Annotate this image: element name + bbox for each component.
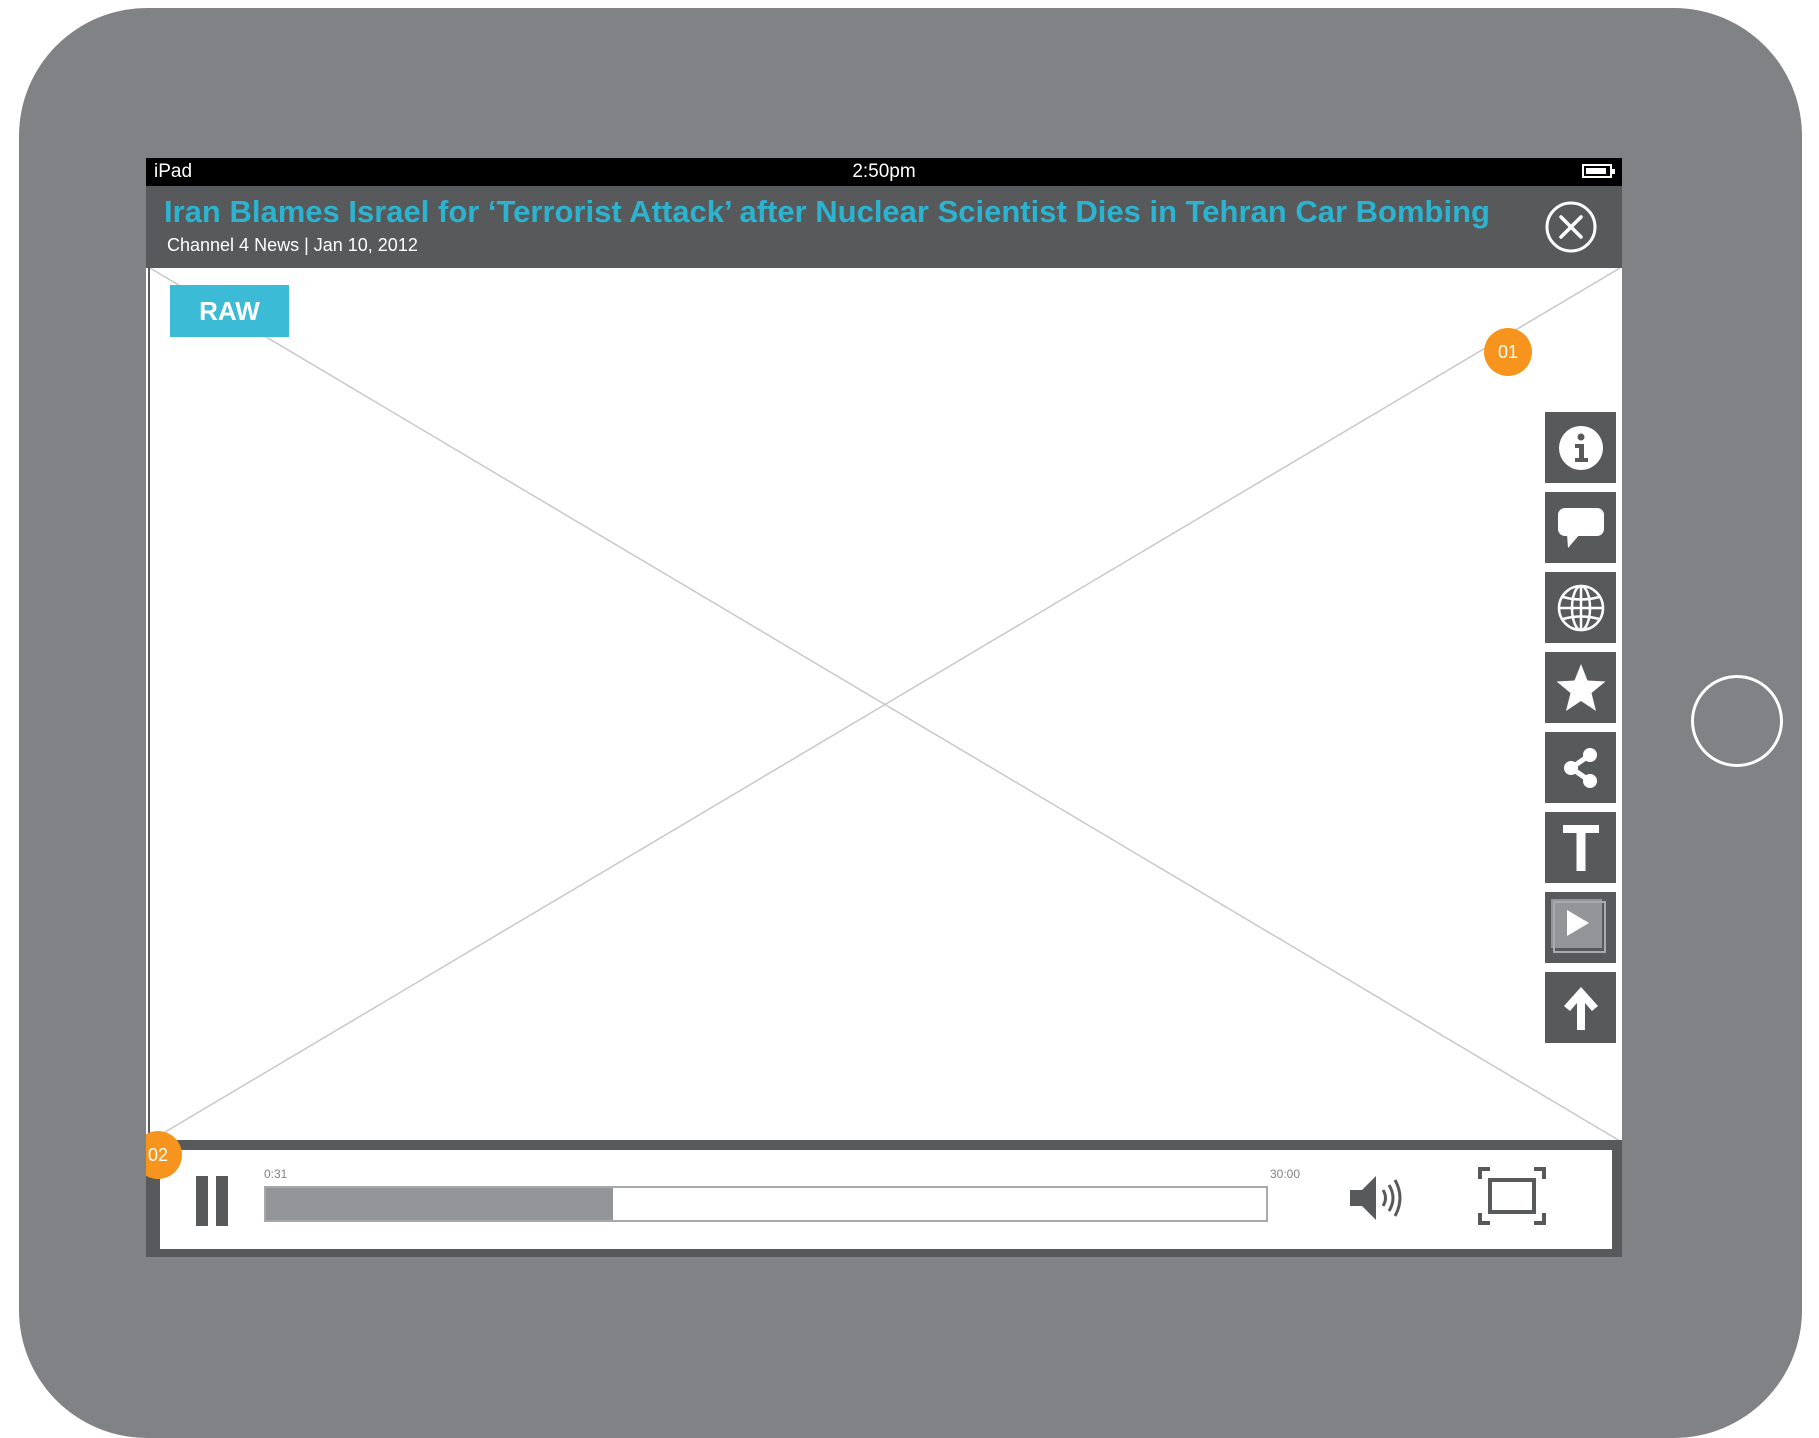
- info-icon: [1558, 425, 1603, 470]
- current-time: 0:31: [264, 1167, 288, 1181]
- scroll-up-button[interactable]: [1545, 972, 1616, 1043]
- side-toolbar: [1545, 412, 1616, 1052]
- player-controls: 0:31 30:00: [146, 1140, 1622, 1257]
- text-icon: [1562, 824, 1599, 871]
- screen: iPad 2:50pm Iran Blames Israel for ‘Terr…: [146, 158, 1622, 1257]
- info-button[interactable]: [1545, 412, 1616, 483]
- fullscreen-button[interactable]: [1478, 1167, 1546, 1225]
- article-meta: Channel 4 News | Jan 10, 2012: [167, 235, 418, 255]
- video-player[interactable]: [148, 268, 1620, 1141]
- play-icon: [1551, 899, 1606, 953]
- status-time: 2:50pm: [852, 161, 916, 182]
- play-button[interactable]: [1545, 892, 1616, 963]
- close-button[interactable]: [1544, 200, 1598, 254]
- raw-badge: RAW: [170, 285, 289, 337]
- text-size-button[interactable]: [1545, 812, 1616, 883]
- progress-fill: [266, 1188, 613, 1220]
- share-icon: [1563, 747, 1597, 788]
- video-placeholder: [150, 268, 1620, 1141]
- globe-icon: [1557, 584, 1604, 631]
- comment-button[interactable]: [1545, 492, 1616, 563]
- share-button[interactable]: [1545, 732, 1616, 803]
- battery-icon: [1582, 164, 1615, 178]
- title-bar: Iran Blames Israel for ‘Terrorist Attack…: [146, 186, 1622, 268]
- comment-icon: [1557, 507, 1604, 548]
- callout-toolbar: 01: [1484, 328, 1532, 376]
- star-icon: [1556, 663, 1605, 711]
- total-time: 30:00: [1269, 1167, 1300, 1181]
- status-bar: iPad 2:50pm: [146, 158, 1622, 186]
- globe-button[interactable]: [1545, 572, 1616, 643]
- article-title: Iran Blames Israel for ‘Terrorist Attack…: [164, 194, 1490, 229]
- pause-icon: [196, 1176, 208, 1226]
- volume-icon: [1350, 1176, 1402, 1220]
- progress-bar[interactable]: [264, 1186, 1268, 1222]
- player-controls-panel: 0:31 30:00: [160, 1150, 1612, 1249]
- volume-button[interactable]: [1346, 1170, 1408, 1226]
- home-button[interactable]: [1691, 675, 1783, 767]
- fullscreen-icon: [1478, 1167, 1546, 1225]
- pause-button[interactable]: [196, 1176, 230, 1226]
- favorite-button[interactable]: [1545, 652, 1616, 723]
- arrow-up-icon: [1563, 986, 1598, 1030]
- close-icon: [1545, 201, 1597, 253]
